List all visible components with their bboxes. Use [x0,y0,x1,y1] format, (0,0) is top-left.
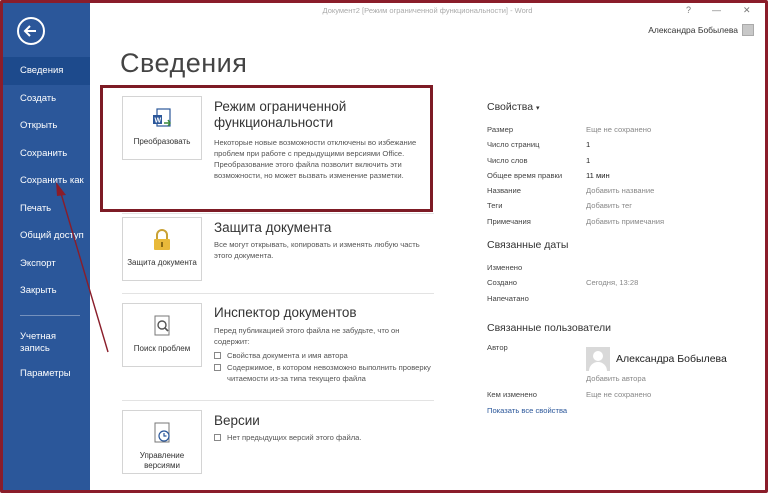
annotation-arrow-icon [56,182,109,353]
